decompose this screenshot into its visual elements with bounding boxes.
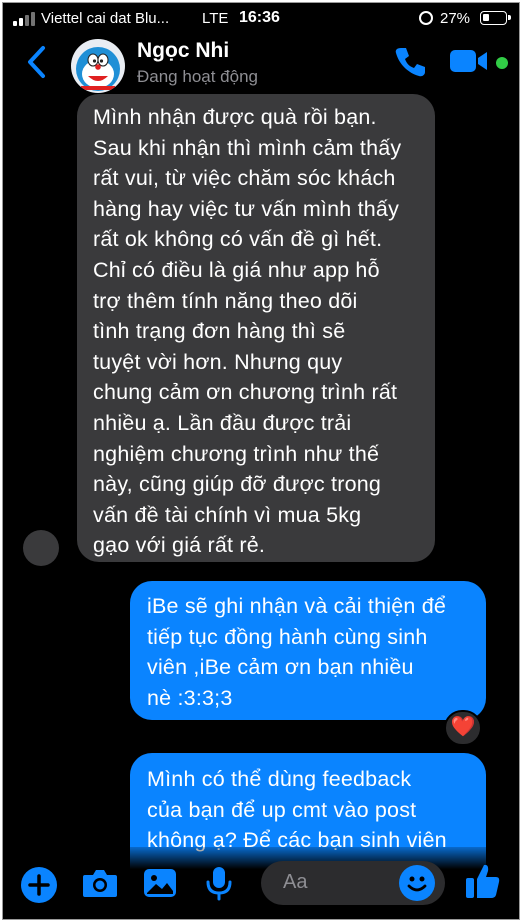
message-line: Mình nhận được quà rồi bạn. bbox=[93, 105, 377, 129]
voice-call-button[interactable] bbox=[393, 45, 427, 79]
message-line: Sau khi nhận thì mình cảm thấy bbox=[93, 135, 402, 160]
more-actions-button[interactable] bbox=[21, 867, 57, 903]
message-line: trợ thêm tính năng theo dõi bbox=[93, 288, 358, 313]
signal-icon bbox=[13, 12, 35, 26]
voice-message-button[interactable] bbox=[201, 865, 237, 901]
camera-button[interactable] bbox=[81, 865, 117, 901]
message-line: này, cũng giúp đỡ được trong bbox=[93, 472, 382, 497]
messenger-screen: Viettel cai dat Blu... LTE 16:36 27% Ngọ… bbox=[2, 2, 520, 920]
heart-reaction-icon[interactable]: ❤️ bbox=[444, 710, 482, 746]
contact-name[interactable]: Ngọc Nhi bbox=[137, 39, 229, 63]
message-line: rất ok không có vấn đề gì hết. bbox=[93, 227, 383, 252]
message-line: nè :3:3;3 bbox=[147, 685, 233, 710]
doraemon-avatar-icon bbox=[76, 47, 120, 91]
avatar[interactable] bbox=[71, 39, 125, 93]
message-input[interactable]: Aa bbox=[261, 861, 445, 905]
back-button[interactable] bbox=[23, 45, 53, 79]
chat-header: Ngọc Nhi Đang hoạt động bbox=[3, 33, 519, 93]
message-input-placeholder: Aa bbox=[283, 871, 308, 893]
message-composer: Aa bbox=[3, 847, 519, 919]
online-status-dot bbox=[496, 57, 508, 69]
message-line: nhiều ạ. Lần đầu được trải bbox=[93, 410, 352, 435]
gallery-button[interactable] bbox=[142, 865, 178, 901]
message-line: iBe sẽ ghi nhận và cải thiện để bbox=[147, 594, 447, 618]
message-line: tiếp tục đồng hành cùng sinh bbox=[147, 624, 428, 649]
video-call-button[interactable] bbox=[449, 47, 489, 75]
message-line: Chỉ có điều là giá như app hỗ bbox=[93, 257, 380, 282]
battery-level bbox=[483, 14, 489, 21]
message-line: hàng hay việc tư vấn mình thấy bbox=[93, 196, 400, 221]
message-line: rất vui, từ việc chăm sóc khách bbox=[93, 166, 396, 191]
outgoing-message-bubble[interactable]: iBe sẽ ghi nhận và cải thiện để tiếp tục… bbox=[130, 581, 486, 720]
message-line: của bạn để up cmt vào post bbox=[147, 797, 417, 822]
contact-status: Đang hoạt động bbox=[137, 67, 258, 86]
carrier-name: Viettel cai dat Blu... bbox=[41, 10, 170, 27]
microphone-icon bbox=[206, 867, 232, 901]
image-icon bbox=[144, 869, 176, 897]
video-camera-icon bbox=[450, 50, 487, 72]
message-line: tuyệt vời hơn. Nhưng quy bbox=[93, 349, 343, 374]
rotation-lock-icon bbox=[419, 11, 433, 25]
chevron-left-icon bbox=[28, 46, 45, 78]
message-line: nghiệm chương trình như thế bbox=[93, 441, 380, 466]
battery-icon bbox=[480, 11, 511, 25]
camera-icon bbox=[83, 870, 117, 897]
message-line: chung cảm ơn chương trình rất bbox=[93, 380, 398, 405]
battery-percent: 27% bbox=[440, 10, 471, 27]
message-line: gạo với giá rất rẻ. bbox=[93, 533, 266, 558]
message-line: Mình có thể dùng feedback bbox=[147, 767, 412, 791]
thumbs-up-icon bbox=[466, 864, 500, 898]
message-line: vấn đề tài chính vì mua 5kg bbox=[93, 502, 362, 527]
emoji-button[interactable] bbox=[399, 865, 435, 901]
emoji-icon bbox=[407, 876, 427, 892]
network-type: LTE bbox=[202, 10, 229, 27]
phone-icon bbox=[395, 48, 425, 77]
plus-icon bbox=[28, 874, 50, 896]
status-bar: Viettel cai dat Blu... LTE 16:36 27% bbox=[3, 3, 519, 33]
like-button[interactable] bbox=[464, 861, 500, 898]
incoming-message-bubble[interactable]: Mình nhận được quà rồi bạn. Sau khi nhận… bbox=[77, 94, 435, 562]
message-line: viên ,iBe cảm ơn bạn nhiều bbox=[147, 655, 414, 680]
sender-avatar bbox=[23, 530, 59, 566]
clock: 16:36 bbox=[239, 9, 280, 26]
message-line: tình trạng đơn hàng thì sẽ bbox=[93, 319, 346, 344]
